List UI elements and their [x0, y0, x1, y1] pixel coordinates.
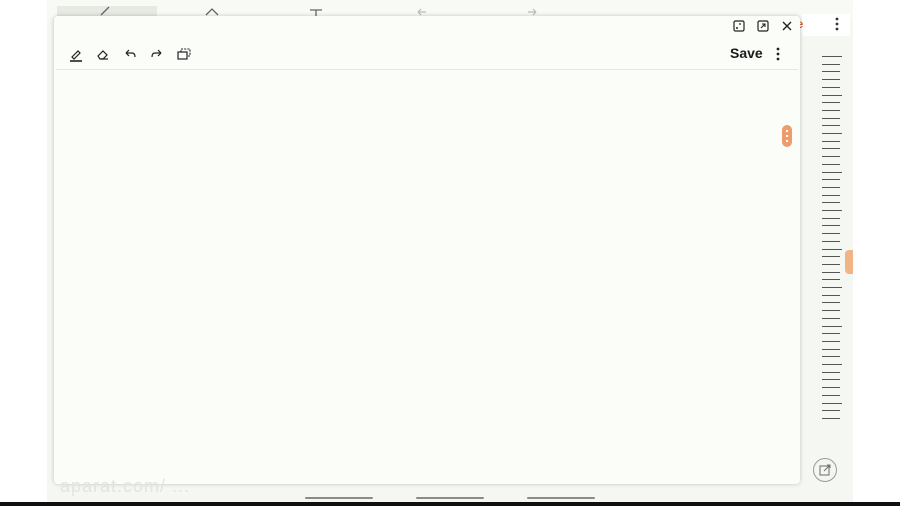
ruler-tick [822, 325, 842, 327]
ruler-tick [822, 371, 840, 373]
ruler-tick [822, 202, 840, 204]
ruler-tick [822, 156, 840, 158]
background-shape-icon[interactable] [203, 6, 221, 16]
expand-note-button[interactable] [813, 458, 837, 482]
ruler-tick [822, 117, 840, 119]
ruler-tick [822, 294, 840, 296]
ruler-tick [822, 225, 840, 227]
selection-tool-button[interactable] [174, 44, 194, 64]
ruler-tick [822, 279, 840, 281]
expand-window-button[interactable] [756, 19, 770, 33]
redo-icon [151, 49, 162, 58]
ruler-tick [822, 356, 840, 358]
expand-icon [757, 20, 769, 32]
ruler-tick [822, 79, 840, 81]
ruler-tick [822, 71, 840, 73]
ruler-tick [822, 133, 842, 134]
ruler-tick [822, 410, 840, 412]
more-options-button[interactable] [770, 44, 786, 64]
ruler-tick [822, 333, 840, 335]
ruler-tick [822, 302, 840, 304]
eraser-tool-button[interactable] [93, 44, 113, 64]
toolbar-divider [56, 69, 798, 70]
ruler-tick [822, 402, 842, 404]
note-toolbar: Save [54, 40, 800, 68]
ruler-tick [822, 217, 840, 219]
save-button[interactable]: Save [730, 45, 763, 61]
ruler-tick [822, 348, 840, 350]
window-controls [732, 19, 794, 35]
page-thumbnail-ruler[interactable] [822, 56, 846, 428]
ruler-tick [822, 163, 840, 165]
more-vertical-icon [776, 47, 780, 61]
close-icon [782, 21, 792, 31]
ruler-tick [822, 86, 840, 88]
ruler-tick [822, 310, 840, 312]
ruler-tick [822, 287, 842, 288]
ruler-tick [822, 317, 840, 319]
undo-button[interactable] [120, 44, 140, 64]
redo-button[interactable] [147, 44, 167, 64]
ruler-tick [822, 263, 840, 265]
eraser-icon [97, 50, 108, 60]
ruler-tick [822, 125, 840, 127]
undo-icon [125, 49, 136, 58]
letterbox-bar [0, 502, 900, 506]
minimize-to-icon-button[interactable] [732, 19, 746, 33]
minimize-icon [733, 20, 745, 32]
drawing-canvas[interactable] [56, 72, 798, 480]
bottom-indicator-3 [527, 497, 595, 499]
bottom-indicator-2 [416, 497, 484, 499]
ruler-tick [822, 148, 840, 150]
ruler-tick [822, 256, 840, 258]
ruler-tick [822, 102, 840, 104]
background-redo-icon[interactable] [523, 6, 541, 16]
watermark: aparat.com/ ... [60, 476, 191, 496]
selection-icon [177, 48, 191, 60]
pop-out-icon [819, 464, 831, 476]
floating-note-window: Save [54, 16, 800, 484]
ruler-tick [822, 210, 842, 211]
ruler-tick [822, 186, 840, 188]
close-window-button[interactable] [780, 19, 794, 33]
ruler-tick [822, 194, 840, 196]
ruler-tick [822, 387, 840, 389]
ruler-tick [822, 248, 842, 250]
ruler-tick [822, 340, 840, 342]
bottom-indicator-1 [305, 497, 373, 499]
pen-icon [70, 50, 82, 62]
ruler-tick [822, 56, 842, 57]
background-more-icon[interactable] [831, 14, 843, 34]
ruler-tick [822, 271, 840, 273]
ruler-tick [822, 364, 842, 365]
ruler-tick [822, 417, 840, 419]
ruler-tick [822, 394, 840, 396]
background-scroll-handle[interactable] [845, 250, 853, 274]
ruler-tick [822, 233, 840, 235]
ruler-tick [822, 171, 842, 173]
pen-tool-button[interactable] [66, 44, 86, 64]
scroll-handle[interactable] [782, 125, 792, 147]
background-undo-icon[interactable] [413, 6, 431, 16]
ruler-tick [822, 240, 840, 242]
ruler-tick [822, 109, 840, 111]
ruler-tick [822, 94, 842, 96]
ruler-tick [822, 179, 840, 181]
ruler-tick [822, 63, 840, 65]
ruler-tick [822, 379, 840, 381]
background-text-icon[interactable] [307, 6, 325, 16]
ruler-tick [822, 140, 840, 142]
background-pen-icon[interactable] [97, 6, 115, 16]
